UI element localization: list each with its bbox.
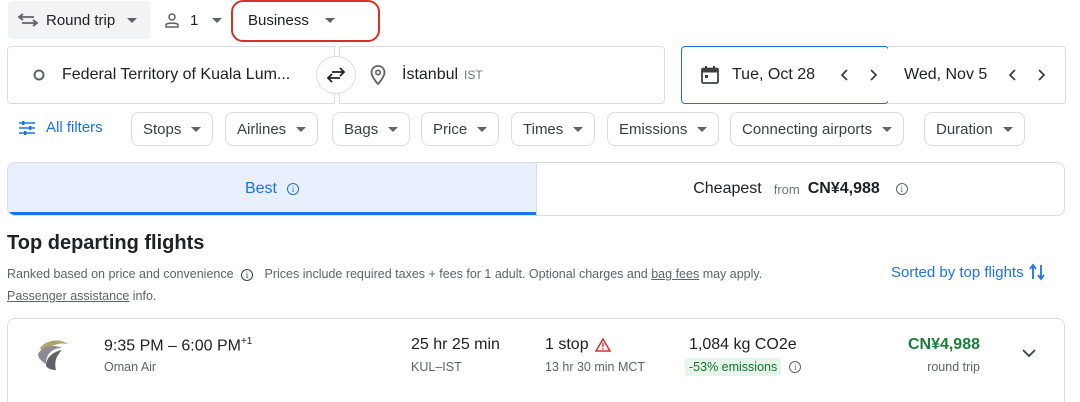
ranked-note: Ranked based on price and convenience xyxy=(7,267,234,281)
emissions-value: 1,084 kg CO2e xyxy=(689,336,797,353)
swap-route-button[interactable] xyxy=(316,56,356,94)
departure-date: Tue, Oct 28 xyxy=(732,66,815,83)
tab-cheapest[interactable]: Cheapest from CN¥4,988 i xyxy=(537,163,1064,215)
next-date-button[interactable] xyxy=(863,64,885,86)
destination-value: İstanbul xyxy=(402,66,459,83)
chevron-down-icon xyxy=(882,126,893,132)
filter-chip-price[interactable]: Price xyxy=(421,112,500,146)
info-icon[interactable]: i xyxy=(789,361,802,373)
price-note: round trip xyxy=(927,360,980,374)
prev-date-button[interactable] xyxy=(833,64,855,86)
chevron-left-icon xyxy=(1009,69,1016,81)
results-disclaimer: Ranked based on price and convenience i … xyxy=(7,263,867,307)
next-return-date-button[interactable] xyxy=(1031,64,1053,86)
emissions-badge: -53% emissions xyxy=(685,358,782,376)
origin-value: Federal Territory of Kuala Lum... xyxy=(62,66,291,83)
flight-result-row[interactable]: 9:35 PM – 6:00 PM+1 Oman Air 25 hr 25 mi… xyxy=(7,318,1065,402)
filter-chip-bags[interactable]: Bags xyxy=(332,112,411,146)
destination-field[interactable]: İstanbul IST xyxy=(339,46,665,104)
swap-horizontal-icon xyxy=(18,13,38,27)
price-note-end: may apply. xyxy=(702,267,763,281)
return-date: Wed, Nov 5 xyxy=(904,66,988,83)
airline-logo xyxy=(34,336,70,372)
tab-best-label: Best xyxy=(244,180,277,197)
layover-info: 13 hr 30 min MCT xyxy=(545,360,646,374)
filter-chip-stops[interactable]: Stops xyxy=(131,112,214,146)
filter-chip-times[interactable]: Times xyxy=(511,112,596,146)
filter-chip-airlines[interactable]: Airlines xyxy=(225,112,319,146)
flight-price: CN¥4,988 xyxy=(907,336,980,353)
info-icon[interactable]: i xyxy=(895,183,908,195)
person-icon xyxy=(165,13,179,28)
filter-chip-label: Duration xyxy=(936,120,993,138)
info-icon[interactable]: i xyxy=(287,183,299,195)
expand-button[interactable] xyxy=(1022,349,1036,358)
chevron-down-icon xyxy=(573,126,584,132)
bag-fees-link[interactable]: bag fees xyxy=(651,267,699,281)
flight-duration: 25 hr 25 min xyxy=(411,336,500,353)
origin-field[interactable]: Federal Territory of Kuala Lum... xyxy=(7,46,335,104)
chevron-down-icon xyxy=(1002,126,1013,132)
flight-times: 9:35 PM – 6:00 PM xyxy=(104,337,241,355)
results-heading: Top departing flights xyxy=(7,232,205,254)
passenger-assistance-link[interactable]: Passenger assistance xyxy=(7,289,129,303)
passenger-count: 1 xyxy=(190,11,199,29)
filter-chip-label: Times xyxy=(523,120,564,138)
sort-tabs: Best i Cheapest from CN¥4,988 i xyxy=(7,162,1065,216)
tune-icon xyxy=(19,120,35,135)
filter-chip-duration[interactable]: Duration xyxy=(924,112,1025,146)
chevron-right-icon xyxy=(1038,69,1046,81)
all-filters-button[interactable]: All filters xyxy=(18,119,103,136)
chevron-down-icon xyxy=(697,126,708,132)
all-filters-label: All filters xyxy=(46,119,103,136)
chevron-left-icon xyxy=(840,69,848,81)
sort-arrows-icon xyxy=(1028,263,1045,281)
oman-air-logo-icon xyxy=(38,340,68,370)
sort-label: Sorted by top flights xyxy=(891,263,1024,281)
trip-type-dropdown[interactable]: Round trip xyxy=(8,1,150,39)
filter-chip-label: Connecting airports xyxy=(742,120,873,138)
chevron-down-icon xyxy=(296,126,307,132)
return-date-field[interactable]: Wed, Nov 5 xyxy=(888,46,1066,104)
filter-chip-emissions[interactable]: Emissions xyxy=(607,112,720,146)
filter-chip-label: Price xyxy=(433,120,468,138)
calendar-icon xyxy=(701,66,719,84)
filter-chip-connecting-airports[interactable]: Connecting airports xyxy=(730,112,905,146)
sort-button[interactable]: Sorted by top flights xyxy=(891,262,1046,282)
price-note: Prices include required taxes + fees for… xyxy=(264,267,648,281)
cheapest-price: CN¥4,988 xyxy=(807,180,880,197)
prev-return-date-button[interactable] xyxy=(1001,64,1023,86)
chevron-down-icon xyxy=(477,126,488,132)
chevron-down-icon xyxy=(388,126,399,132)
chevron-right-icon xyxy=(870,69,878,81)
swap-arrows-icon xyxy=(326,67,346,83)
chevron-down-icon xyxy=(191,126,202,132)
origin-circle-icon xyxy=(33,69,45,81)
chevron-down-icon xyxy=(1022,349,1036,358)
route-codes: KUL–IST xyxy=(411,360,462,374)
stops-count: 1 stop xyxy=(545,336,589,353)
filter-chip-label: Bags xyxy=(344,120,379,138)
location-pin-icon xyxy=(370,65,386,85)
cabin-class-dropdown[interactable]: Business xyxy=(233,1,378,39)
tab-best[interactable]: Best i xyxy=(8,163,537,215)
departure-date-field[interactable]: Tue, Oct 28 xyxy=(681,46,889,104)
filter-chip-label: Stops xyxy=(143,120,182,138)
trip-type-label: Round trip xyxy=(46,11,116,29)
chevron-down-icon xyxy=(212,17,223,23)
cabin-class-label: Business xyxy=(248,11,309,29)
info-suffix: info. xyxy=(132,289,157,303)
chevron-down-icon xyxy=(324,17,335,23)
airline-name: Oman Air xyxy=(104,360,157,374)
day-offset: +1 xyxy=(240,336,253,347)
info-icon[interactable]: i xyxy=(241,269,254,281)
tab-cheapest-label: Cheapest xyxy=(693,180,762,197)
filter-chip-label: Emissions xyxy=(619,120,688,138)
warning-icon xyxy=(594,338,611,352)
cheapest-from-label: from xyxy=(773,181,800,197)
passengers-dropdown[interactable]: 1 xyxy=(160,1,230,39)
destination-code: IST xyxy=(464,68,483,82)
filter-chip-label: Airlines xyxy=(237,120,287,138)
chevron-down-icon xyxy=(127,17,138,23)
